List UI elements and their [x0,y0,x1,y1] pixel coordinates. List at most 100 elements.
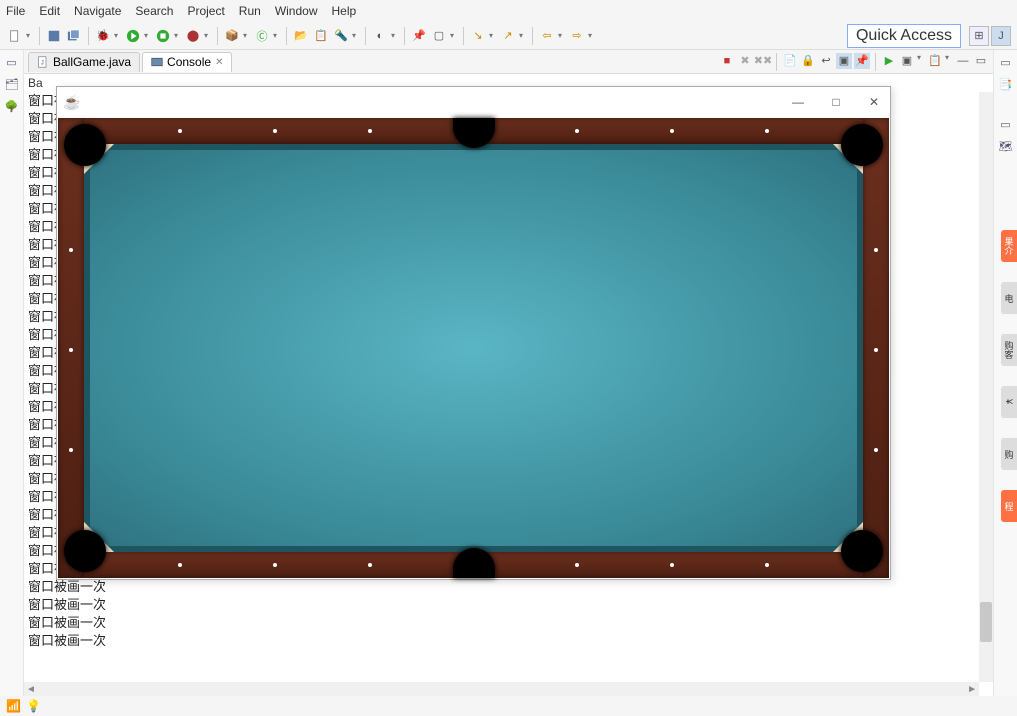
pocket [841,530,883,572]
menu-help[interactable]: Help [332,4,357,18]
forward-icon[interactable]: ⇨ [568,27,586,45]
menu-window[interactable]: Window [275,4,318,18]
chevron-down-icon[interactable]: ▾ [243,31,251,40]
rss-icon[interactable]: 📶 [6,699,20,713]
search-icon[interactable]: 🔦 [332,27,350,45]
maximize-button[interactable]: □ [826,95,846,109]
chevron-down-icon[interactable]: ▾ [114,31,122,40]
side-tab[interactable]: ¥ [1001,386,1017,418]
save-all-icon[interactable] [65,27,83,45]
coverage-icon[interactable] [154,27,172,45]
new-icon[interactable] [6,27,24,45]
console-toolbar: ■ ✖ ✖✖ 📄 🔒 ↩ ▣ 📌 ▶ ▣▾ 📋▾ — ▭ [719,53,989,71]
chevron-down-icon[interactable]: ▾ [588,31,596,40]
package-explorer-icon[interactable]: 🗂 [4,76,20,92]
side-tab[interactable]: 购客 [1001,334,1017,366]
side-tab[interactable]: 程 [1001,490,1017,522]
back-icon[interactable]: ⇦ [538,27,556,45]
maximize-icon[interactable]: ▭ [973,53,989,69]
chevron-down-icon[interactable]: ▾ [204,31,212,40]
menu-run[interactable]: Run [239,4,261,18]
menu-search[interactable]: Search [135,4,173,18]
tab-bar: J BallGame.java Console ✕ ■ ✖ ✖✖ 📄 🔒 ↩ ▣… [24,50,993,74]
scroll-thumb[interactable] [980,602,992,642]
prev-annotation-icon[interactable]: ↗ [499,27,517,45]
save-icon[interactable] [45,27,63,45]
new-package-icon[interactable]: 📦 [223,27,241,45]
svg-text:J: J [41,60,44,66]
terminate-all-icon[interactable]: ✖ [737,53,753,69]
scroll-right-icon[interactable]: ► [967,684,977,695]
toggle-breadcrumb-icon[interactable]: ◐ [371,27,389,45]
console-icon [151,56,163,68]
chevron-down-icon[interactable]: ▾ [558,31,566,40]
chevron-down-icon[interactable]: ▾ [917,53,925,71]
close-icon[interactable]: ✕ [215,57,223,68]
open-perspective-icon[interactable]: ⊞ [969,26,989,46]
open-type-icon[interactable]: 📂 [292,27,310,45]
run-icon[interactable] [124,27,142,45]
outline-icon[interactable]: 🗺 [998,138,1014,154]
side-overlay: 果介 电 购客 ¥ 购 程 [1001,230,1017,522]
chevron-down-icon[interactable]: ▾ [174,31,182,40]
menu-navigate[interactable]: Navigate [74,4,121,18]
chevron-down-icon[interactable]: ▾ [489,31,497,40]
pin-icon[interactable]: 📌 [410,27,428,45]
java-perspective-icon[interactable]: J [991,26,1011,46]
java-file-icon: J [37,56,49,68]
tip-icon[interactable]: 💡 [26,699,40,713]
minimize-icon[interactable]: — [955,53,971,69]
open-console-icon[interactable]: ▣ [899,53,915,69]
remove-launch-icon[interactable]: ✖✖ [755,53,771,69]
external-tools-icon[interactable]: ⬤ [184,27,202,45]
chevron-down-icon[interactable]: ▾ [273,31,281,40]
restore2-icon[interactable]: ▭ [998,116,1014,132]
menu-file[interactable]: File [6,4,25,18]
chevron-down-icon[interactable]: ▾ [352,31,360,40]
chevron-down-icon[interactable]: ▾ [519,31,527,40]
minimize-button[interactable]: — [788,95,808,109]
chevron-down-icon[interactable]: ▾ [391,31,399,40]
status-bar: 📶 💡 [0,696,1017,716]
chevron-down-icon[interactable]: ▾ [450,31,458,40]
pool-felt [84,144,863,552]
java-app-window[interactable]: ☕ — □ ✕ [56,86,891,580]
word-wrap-icon[interactable]: ↩ [818,53,834,69]
left-trim-stack: ▭ 🗂 🌳 [0,50,24,696]
pocket [64,124,106,166]
terminate-icon[interactable]: ■ [719,53,735,69]
new-console-icon[interactable]: 📋 [927,53,943,69]
chevron-down-icon[interactable]: ▾ [945,53,953,71]
tab-ballgame-java[interactable]: J BallGame.java [28,52,140,72]
side-tab[interactable]: 购 [1001,438,1017,470]
scroll-lock-icon[interactable]: 🔒 [800,53,816,69]
side-tab[interactable]: 果介 [1001,230,1017,262]
pin-console-icon[interactable]: 📌 [854,53,870,69]
tab-console[interactable]: Console ✕ [142,52,232,72]
chevron-down-icon[interactable]: ▾ [144,31,152,40]
menu-edit[interactable]: Edit [39,4,60,18]
menu-project[interactable]: Project [187,4,224,18]
side-tab[interactable]: 电 [1001,282,1017,314]
show-console-icon[interactable]: ▣ [836,53,852,69]
next-annotation-icon[interactable]: ↘ [469,27,487,45]
close-button[interactable]: ✕ [864,95,884,109]
pocket [841,124,883,166]
display-selected-icon[interactable]: ▶ [881,53,897,69]
clear-console-icon[interactable]: 📄 [782,53,798,69]
new-class-icon[interactable]: Ⓒ [253,27,271,45]
vertical-scrollbar[interactable] [979,92,993,682]
chevron-down-icon[interactable]: ▾ [26,31,34,40]
scroll-left-icon[interactable]: ◄ [26,684,36,695]
toggle-mark-icon[interactable]: ▢ [430,27,448,45]
restore-icon[interactable]: ▭ [998,54,1014,70]
debug-icon[interactable]: 🐞 [94,27,112,45]
open-task-icon[interactable]: 📋 [312,27,330,45]
pool-table [58,118,889,578]
quick-access[interactable]: Quick Access [847,24,961,48]
horizontal-scrollbar[interactable] [24,682,979,696]
restore-icon[interactable]: ▭ [4,54,20,70]
task-list-icon[interactable]: 📑 [998,76,1014,92]
hierarchy-icon[interactable]: 🌳 [4,98,20,114]
java-window-titlebar[interactable]: ☕ — □ ✕ [57,87,890,117]
